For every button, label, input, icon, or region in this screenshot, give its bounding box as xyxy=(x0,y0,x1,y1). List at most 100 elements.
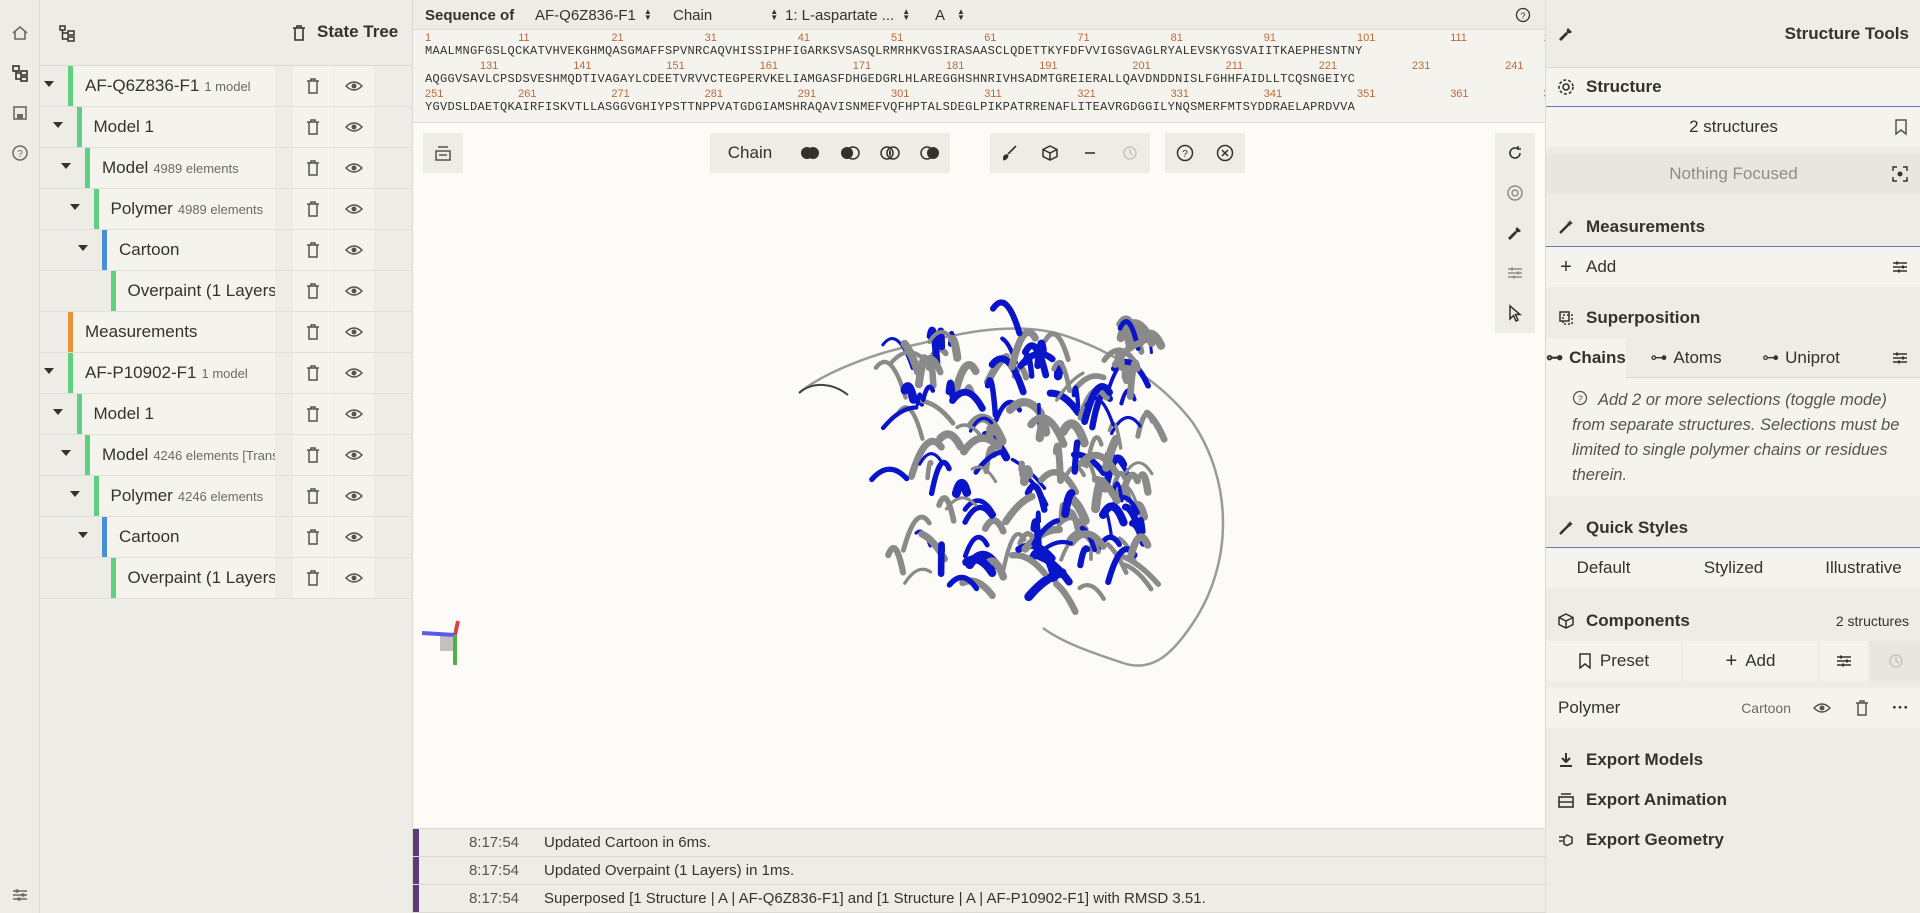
eye-icon[interactable] xyxy=(334,148,374,188)
tree-row[interactable]: Model 1 xyxy=(40,394,413,435)
screenshot-icon[interactable] xyxy=(1495,173,1535,213)
export-animation-item[interactable]: Export Animation xyxy=(1546,780,1920,820)
tree-row-label[interactable]: Model 1 xyxy=(81,107,275,147)
caret-down-icon[interactable] xyxy=(44,368,54,374)
tree-row[interactable]: Model 4989 elements xyxy=(40,148,413,189)
trash-icon[interactable] xyxy=(293,394,333,434)
caret-down-icon[interactable] xyxy=(61,450,71,456)
protein-structure-render[interactable] xyxy=(763,263,1283,683)
trash-icon[interactable] xyxy=(1855,700,1869,716)
sliders-icon[interactable] xyxy=(1891,349,1909,367)
more-icon[interactable]: ··· xyxy=(1892,698,1909,718)
eye-icon[interactable] xyxy=(334,189,374,229)
eye-icon[interactable] xyxy=(334,230,374,270)
measurements-add-button[interactable]: Add xyxy=(1586,257,1616,277)
tree-row-label[interactable]: AF-Q6Z836-F1 1 model xyxy=(73,66,275,106)
preset-button[interactable]: Preset xyxy=(1546,641,1681,681)
sliders-icon[interactable] xyxy=(1495,253,1535,293)
caret-down-icon[interactable] xyxy=(61,163,71,169)
export-geometry-item[interactable]: Export Geometry xyxy=(1546,820,1920,860)
structure-section-header[interactable]: Structure xyxy=(1546,67,1920,107)
superposition-section-header[interactable]: Superposition xyxy=(1546,298,1920,338)
pointer-icon[interactable] xyxy=(1495,293,1535,333)
focus-row[interactable]: Nothing Focused xyxy=(1546,154,1920,194)
state-tree-icon[interactable] xyxy=(9,62,31,84)
trash-icon[interactable] xyxy=(293,107,333,147)
trash-icon[interactable] xyxy=(293,353,333,393)
focus-target-icon[interactable] xyxy=(1891,165,1909,183)
trash-icon[interactable] xyxy=(293,312,333,352)
eye-icon[interactable] xyxy=(334,312,374,352)
tree-row-label[interactable]: Polymer 4246 elements xyxy=(98,476,275,516)
close-icon[interactable] xyxy=(1205,133,1245,173)
measurements-add-row[interactable]: + Add xyxy=(1546,247,1920,287)
sequence-residues[interactable]: AQGGVSAVLCPSDSVESHMQDTIVAGAYLCDEETVRVVCT… xyxy=(425,72,1355,86)
caret-down-icon[interactable] xyxy=(44,81,54,87)
tree-view-icon[interactable] xyxy=(58,24,76,42)
measurements-section-header[interactable]: Measurements xyxy=(1546,207,1920,247)
sequence-view[interactable]: 1112131415161718191101111121MAALMNGFGSLQ… xyxy=(413,30,1545,123)
caret-down-icon[interactable] xyxy=(78,532,88,538)
structure-select[interactable]: AF-Q6Z836-F1 ▲ ▼ xyxy=(535,0,652,30)
sliders-icon[interactable] xyxy=(1891,258,1909,276)
tree-row-label[interactable]: Model4246 elements [Transfo... xyxy=(90,435,275,475)
sequence-residues[interactable]: YGVDSLDAETQKAIRFISKVTLLASGGVGHIYPSTTNPPV… xyxy=(425,100,1355,114)
tree-row[interactable]: Cartoon xyxy=(40,230,413,271)
union-select-icon[interactable] xyxy=(790,133,830,173)
reset-camera-icon[interactable] xyxy=(1495,133,1535,173)
trash-icon[interactable] xyxy=(293,558,333,598)
style-illustrative-button[interactable]: Illustrative xyxy=(1806,548,1920,588)
eye-icon[interactable] xyxy=(334,435,374,475)
tree-row[interactable]: Model 1 xyxy=(40,107,413,148)
tree-row-label[interactable]: Overpaint (1 Layers) xyxy=(115,271,275,311)
quick-styles-section-header[interactable]: Quick Styles xyxy=(1546,508,1920,548)
tab-atoms[interactable]: ⊶ Atoms xyxy=(1631,338,1741,378)
mode-select[interactable]: Chain ▲ ▼ xyxy=(673,0,778,30)
trash-icon[interactable] xyxy=(293,66,333,106)
tab-chains[interactable]: ⊶ Chains xyxy=(1546,337,1626,378)
caret-down-icon[interactable] xyxy=(52,409,63,415)
home-icon[interactable] xyxy=(9,22,31,44)
style-default-button[interactable]: Default xyxy=(1546,548,1661,588)
sequence-residues[interactable]: MAALMNGFGSLQCKATVHVEKGHMQASGMAFFSPVNRCAQ… xyxy=(425,44,1363,58)
history-icon[interactable] xyxy=(1110,133,1150,173)
set-select-icon[interactable] xyxy=(910,133,950,173)
trash-icon[interactable] xyxy=(293,435,333,475)
eye-icon[interactable] xyxy=(334,66,374,106)
tree-row-label[interactable]: Polymer 4989 elements xyxy=(98,189,275,229)
cube-icon[interactable] xyxy=(1030,133,1070,173)
undo-icon[interactable] xyxy=(1870,641,1920,681)
tree-row[interactable]: Measurements xyxy=(40,312,413,353)
eye-icon[interactable] xyxy=(1813,701,1831,715)
tree-row[interactable]: Overpaint (1 Layers) xyxy=(40,558,413,599)
paint-brush-icon[interactable] xyxy=(990,133,1030,173)
caret-down-icon[interactable] xyxy=(78,245,88,251)
component-row-polymer[interactable]: Polymer Cartoon ··· xyxy=(1546,688,1920,728)
components-add-button[interactable]: + Add xyxy=(1683,641,1818,681)
trash-icon[interactable] xyxy=(293,517,333,557)
trash-icon[interactable] xyxy=(293,271,333,311)
eye-icon[interactable] xyxy=(334,353,374,393)
eye-icon[interactable] xyxy=(334,394,374,434)
trash-icon[interactable] xyxy=(292,24,306,42)
trash-icon[interactable] xyxy=(293,476,333,516)
trash-icon[interactable] xyxy=(293,148,333,188)
tree-row[interactable]: Polymer 4246 elements xyxy=(40,476,413,517)
settings-icon[interactable] xyxy=(9,884,31,906)
tree-row[interactable]: AF-P10902-F1 1 model xyxy=(40,353,413,394)
help-icon[interactable]: ? xyxy=(1515,7,1531,23)
minus-icon[interactable] xyxy=(1070,133,1110,173)
structure-count-row[interactable]: 2 structures xyxy=(1546,107,1920,147)
components-section-header[interactable]: Components 2 structures xyxy=(1546,601,1920,641)
style-stylized-button[interactable]: Stylized xyxy=(1661,548,1806,588)
selection-mode-label[interactable]: Chain xyxy=(710,133,790,173)
caret-down-icon[interactable] xyxy=(69,491,80,497)
tab-uniprot[interactable]: ⊶ Uniprot xyxy=(1741,338,1861,378)
tree-row-label[interactable]: Measurements xyxy=(73,312,275,352)
help-icon[interactable]: ? xyxy=(1165,133,1205,173)
intersect-select-icon[interactable] xyxy=(870,133,910,173)
tree-row-label[interactable]: Cartoon xyxy=(107,230,275,270)
eye-icon[interactable] xyxy=(334,271,374,311)
bookmark-icon[interactable] xyxy=(1893,118,1909,136)
3d-viewport[interactable]: Chain ? xyxy=(413,123,1545,828)
